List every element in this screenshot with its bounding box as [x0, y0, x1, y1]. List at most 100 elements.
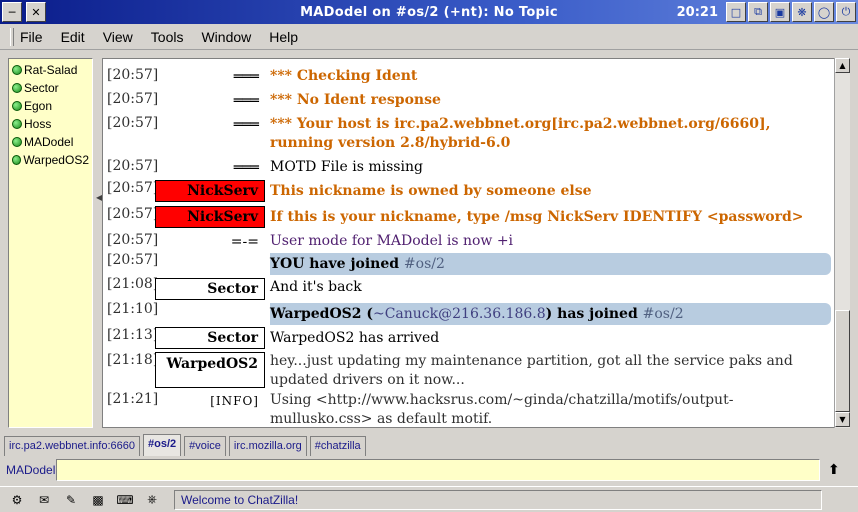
address-book-icon[interactable]: ▩ — [87, 491, 109, 509]
menu-view[interactable]: View — [103, 29, 133, 45]
chatzilla-icon[interactable]: ⌨ — [114, 491, 136, 509]
user-name: Rat-Salad — [24, 63, 78, 77]
maximize-button[interactable]: ▣ — [770, 2, 790, 22]
message-text: *** Checking Ident — [270, 68, 418, 84]
join-message: WarpedOS2 (~Canuck@216.36.186.8) has joi… — [270, 303, 831, 325]
view-tabs: irc.pa2.webbnet.info:6660 #os/2 #voice i… — [4, 432, 369, 456]
tab-chatzilla[interactable]: #chatzilla — [309, 436, 366, 456]
mail-icon[interactable]: ✉ — [33, 491, 55, 509]
timestamp: [20:57] — [107, 252, 159, 268]
user-item[interactable]: Hoss — [12, 115, 89, 133]
minimize-button[interactable]: □ — [726, 2, 746, 22]
timestamp: [21:13] — [107, 327, 159, 343]
nick-label: =-= — [230, 234, 259, 250]
user-item[interactable]: MADodel — [12, 133, 89, 151]
message-input[interactable] — [56, 459, 820, 481]
status-text: Welcome to ChatZilla! — [174, 489, 822, 510]
nick-label[interactable]: Sector — [155, 278, 265, 300]
input-bar: MADodel ⬆ — [0, 458, 858, 482]
nick-label-nickserv[interactable]: NickServ — [155, 180, 265, 202]
menu-edit[interactable]: Edit — [61, 29, 85, 45]
timestamp: [20:57] — [107, 206, 159, 222]
user-item[interactable]: Sector — [12, 79, 89, 97]
close-button[interactable]: ✕ — [26, 2, 46, 22]
join-text: ) has joined — [545, 306, 643, 322]
message-text: User mode for MADodel is now +i — [270, 233, 514, 249]
tab-voice[interactable]: #voice — [184, 436, 226, 456]
user-name: MADodel — [24, 135, 74, 149]
scroll-up-icon[interactable]: ▲ — [835, 58, 850, 73]
user-status-icon — [12, 101, 22, 111]
message-text: WarpedOS2 has arrived — [270, 330, 440, 346]
user-status-icon — [12, 119, 22, 129]
menu-grip — [10, 27, 14, 46]
message-text: MOTD File is missing — [270, 159, 423, 175]
nick-label[interactable]: Sector — [155, 327, 265, 349]
user-item[interactable]: Egon — [12, 97, 89, 115]
timestamp: [20:57] — [107, 158, 159, 174]
timestamp: [21:21] — [107, 391, 159, 407]
help-icon[interactable]: ◯ — [814, 2, 834, 22]
nick-label: ═══ — [233, 93, 259, 109]
composer-icon[interactable]: ✎ — [60, 491, 82, 509]
message-text: Using <http://www.hacksrus.com/~ginda/ch… — [270, 392, 734, 427]
timestamp: [21:10] — [107, 301, 159, 317]
restore-button[interactable]: ⧉ — [748, 2, 768, 22]
join-message: YOU have joined #os/2 — [270, 253, 831, 275]
menu-window[interactable]: Window — [201, 29, 251, 45]
user-name: Hoss — [24, 117, 52, 131]
scroll-thumb[interactable] — [835, 310, 850, 412]
tab-mozilla[interactable]: irc.mozilla.org — [228, 436, 307, 456]
user-status-icon — [12, 155, 22, 165]
join-text: WarpedOS2 ( — [270, 306, 373, 322]
tab-os2[interactable]: #os/2 — [142, 434, 182, 456]
chat-output: [20:57] ═══ *** Checking Ident [20:57] ═… — [102, 58, 834, 428]
user-name: WarpedOS2 — [23, 153, 89, 167]
user-item[interactable]: Rat-Salad — [12, 61, 89, 79]
message-text: This nickname is owned by someone else — [270, 183, 592, 199]
nick-label: ═══ — [233, 117, 259, 133]
nick-label-nickserv[interactable]: NickServ — [155, 206, 265, 228]
user-status-icon — [12, 83, 22, 93]
channel-link[interactable]: #os/2 — [643, 306, 684, 322]
window-menu-button[interactable]: ─ — [2, 2, 22, 22]
user-item[interactable]: WarpedOS2 — [12, 151, 89, 169]
tab-server[interactable]: irc.pa2.webbnet.info:6660 — [4, 436, 140, 456]
timestamp: [21:18] — [107, 352, 159, 368]
input-nick-label[interactable]: MADodel — [0, 463, 56, 477]
menu-file[interactable]: File — [20, 29, 43, 45]
menu-bar: File Edit View Tools Window Help — [0, 24, 858, 50]
user-list: Rat-Salad Sector Egon Hoss MADodel Warpe… — [8, 58, 93, 428]
message-text: hey...just updating my maintenance parti… — [270, 353, 793, 388]
message-text: *** Your host is irc.pa2.webbnet.org[irc… — [270, 116, 771, 151]
user-status-icon — [12, 137, 22, 147]
user-name: Sector — [24, 81, 59, 95]
nick-label[interactable]: WarpedOS2 — [155, 352, 265, 388]
channel-link[interactable]: #os/2 — [404, 256, 445, 272]
power-icon[interactable]: ⏻ — [836, 2, 856, 22]
menu-tools[interactable]: Tools — [151, 29, 184, 45]
timestamp: [20:57] — [107, 180, 159, 196]
user-name: Egon — [24, 99, 53, 113]
title-bar: ─ ✕ MADodel on #os/2 (+nt): No Topic 20:… — [0, 0, 858, 24]
offline-icon[interactable]: ⎈ — [141, 491, 163, 509]
nick-label: ═══ — [233, 69, 259, 85]
settings-icon[interactable]: ❋ — [792, 2, 812, 22]
menu-help[interactable]: Help — [269, 29, 298, 45]
message-text: And it's back — [270, 279, 362, 295]
title-controls: 20:21 □ ⧉ ▣ ❋ ◯ ⏻ — [677, 2, 856, 22]
nick-label-info: [INFO] — [210, 394, 259, 408]
navigator-icon[interactable]: ⚙ — [6, 491, 28, 509]
clock: 20:21 — [676, 4, 718, 20]
pane-splitter[interactable]: ◀ — [95, 58, 102, 428]
join-text: YOU have joined — [270, 256, 404, 272]
message-text: If this is your nickname, type /msg Nick… — [270, 209, 804, 225]
chat-scrollbar[interactable]: ▲ ▼ — [834, 58, 850, 428]
timestamp: [20:57] — [107, 91, 159, 107]
status-bar: ⚙ ✉ ✎ ▩ ⌨ ⎈ Welcome to ChatZilla! — [0, 486, 858, 512]
timestamp: [20:57] — [107, 232, 159, 248]
message-text: *** No Ident response — [270, 92, 441, 108]
scroll-down-icon[interactable]: ▼ — [835, 412, 850, 427]
multiline-toggle-icon[interactable]: ⬆ — [828, 462, 840, 478]
host-text: ~Canuck@216.36.186.8 — [372, 306, 546, 322]
